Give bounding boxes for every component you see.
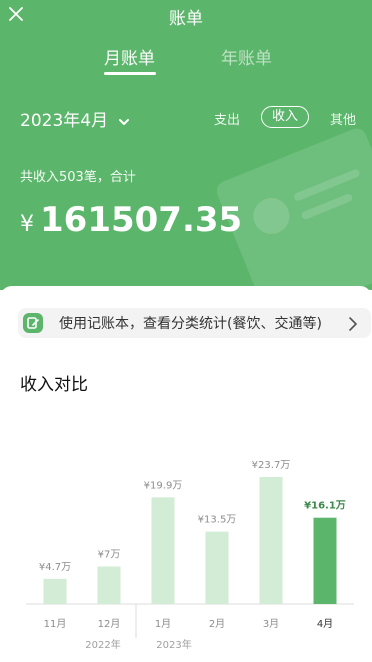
currency-symbol: ¥ xyxy=(20,212,34,237)
income-comparison-chart: ¥4.7万 11月 ¥7万 12月 ¥19.9万 1月 ¥13.5万 2月 ¥23.7万 3月 ¥1… xyxy=(0,440,372,662)
chart-value-label: ¥19.9万 xyxy=(144,480,183,491)
tab-yearly-bill[interactable]: 年账单 xyxy=(221,44,272,69)
chart-category-label: 1月 xyxy=(155,618,171,630)
chart-value-label: ¥16.1万 xyxy=(304,500,346,512)
banner-text: 使用记账本，查看分类统计(餐饮、交通等) xyxy=(59,316,322,332)
income-summary: 共收入503笔，合计 xyxy=(20,170,136,185)
filter-expense[interactable]: 支出 xyxy=(214,109,240,128)
filter-income[interactable]: 收入 xyxy=(261,106,309,128)
chevron-right-icon xyxy=(349,316,357,331)
chart-year-label: 2022年 xyxy=(85,638,120,651)
active-tab-indicator xyxy=(104,72,156,75)
chart-category-label: 4月 xyxy=(317,618,333,630)
ledger-banner[interactable]: 使用记账本，查看分类统计(餐饮、交通等) xyxy=(18,308,371,338)
filter-other[interactable]: 其他 xyxy=(330,109,356,128)
chart-value-label: ¥4.7万 xyxy=(39,562,71,573)
chart-value-label: ¥13.5万 xyxy=(198,515,237,526)
chart-value-label: ¥23.7万 xyxy=(252,460,291,471)
chart-category-label: 3月 xyxy=(263,618,279,630)
tab-bar: 月账单 年账单 xyxy=(0,44,372,76)
chart-category-label: 11月 xyxy=(44,618,67,630)
chart-bar xyxy=(97,566,121,604)
chart-value-label: ¥7万 xyxy=(98,549,121,560)
chart-bar xyxy=(151,497,175,604)
amount-value: 161507.35 xyxy=(40,200,243,240)
chart-category-label: 2月 xyxy=(209,618,225,630)
total-amount: ¥ 161507.35 xyxy=(20,200,242,240)
chart-bar xyxy=(205,531,229,604)
page-title: 账单 xyxy=(169,9,203,29)
chart-bar xyxy=(259,476,283,604)
chart-category-label: 12月 xyxy=(98,618,121,630)
type-filter: 支出 收入 其他 xyxy=(0,106,372,130)
chart-bar xyxy=(313,517,337,604)
tab-monthly-bill[interactable]: 月账单 xyxy=(104,44,155,69)
ledger-icon xyxy=(22,312,44,334)
bill-header: 账单 月账单 年账单 2023年4月 支出 收入 其他 共收入503笔，合计 ¥… xyxy=(0,0,372,290)
chart-bar xyxy=(43,578,67,604)
income-comparison-title: 收入对比 xyxy=(20,375,88,395)
chart-year-label: 2023年 xyxy=(156,638,191,651)
